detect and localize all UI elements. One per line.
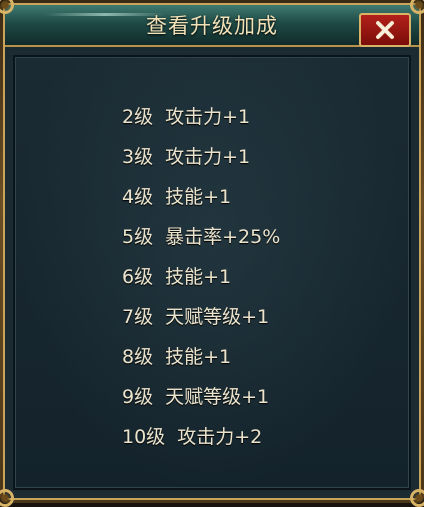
bonus-row: 4级 技能+1 (122, 177, 280, 217)
bonus-level: 5级 (122, 226, 154, 248)
bonus-level: 2级 (122, 106, 154, 128)
bonus-level: 4级 (122, 186, 154, 208)
bonus-value: 技能+1 (165, 346, 232, 368)
title-bar: 查看升级加成 (5, 5, 419, 47)
bonus-list: 2级 攻击力+1 3级 攻击力+1 4级 技能+1 5级 暴击率+25% 6级 技能+1 7级 天赋等… (122, 97, 280, 457)
bonus-row: 3级 攻击力+1 (122, 137, 280, 177)
bonus-row: 10级 攻击力+2 (122, 417, 280, 457)
upgrade-bonus-dialog: 查看升级加成 2级 攻击力+1 3级 攻击力+1 4级 技能+1 5级 暴击率+25% 6级 技能… (0, 0, 424, 507)
bonus-value: 暴击率+25% (165, 226, 281, 248)
bonus-row: 5级 暴击率+25% (122, 217, 280, 257)
bonus-row: 7级 天赋等级+1 (122, 297, 280, 337)
bonus-value: 技能+1 (165, 186, 232, 208)
bonus-row: 9级 天赋等级+1 (122, 377, 280, 417)
corner-ornament-icon (410, 489, 424, 507)
bonus-row: 2级 攻击力+1 (122, 97, 280, 137)
bonus-value: 天赋等级+1 (165, 306, 270, 328)
bonus-level: 7级 (122, 306, 154, 328)
bonus-value: 攻击力+1 (165, 146, 251, 168)
corner-ornament-icon (0, 489, 14, 507)
bonus-value: 天赋等级+1 (165, 386, 270, 408)
bonus-level: 8级 (122, 346, 154, 368)
close-icon (376, 21, 394, 39)
bonus-value: 攻击力+2 (177, 426, 263, 448)
dialog-frame: 查看升级加成 2级 攻击力+1 3级 攻击力+1 4级 技能+1 5级 暴击率+25% 6级 技能… (3, 3, 421, 500)
bonus-row: 6级 技能+1 (122, 257, 280, 297)
bonus-panel: 2级 攻击力+1 3级 攻击力+1 4级 技能+1 5级 暴击率+25% 6级 技能+1 7级 天赋等… (13, 55, 411, 490)
bonus-level: 9级 (122, 386, 154, 408)
bonus-value: 攻击力+1 (165, 106, 251, 128)
bonus-row: 8级 技能+1 (122, 337, 280, 377)
bonus-level: 3级 (122, 146, 154, 168)
bonus-level: 10级 (122, 426, 166, 448)
bonus-level: 6级 (122, 266, 154, 288)
close-button[interactable] (359, 13, 411, 47)
bonus-value: 技能+1 (165, 266, 232, 288)
dialog-title: 查看升级加成 (146, 14, 278, 38)
